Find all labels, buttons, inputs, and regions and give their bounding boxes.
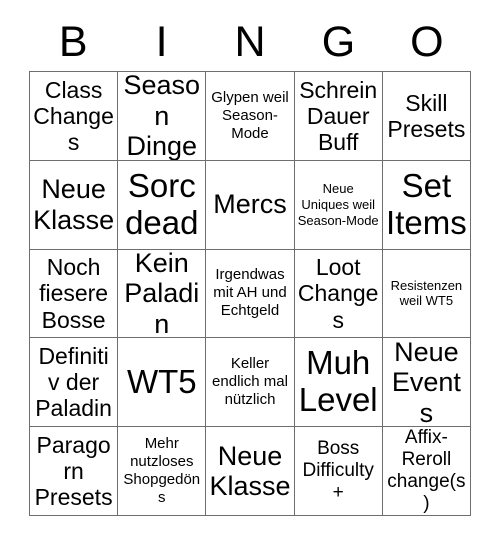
bingo-cell[interactable]: Neue Klasse [30, 160, 119, 250]
header-letter-n: N [234, 18, 266, 66]
bingo-cell[interactable]: Neue Uniques weil Season-Mode [294, 160, 383, 250]
bingo-header: B I N G O [29, 14, 471, 71]
bingo-cell[interactable]: Kein Paladin [118, 249, 207, 339]
bingo-cell-label: Neue Events [391, 338, 461, 428]
bingo-cell[interactable]: Keller endlich mal nützlich [206, 338, 295, 428]
bingo-grid: Class Changes Season Dinge Glypen weil S… [29, 71, 471, 516]
bingo-cell[interactable]: Loot Changes [294, 249, 383, 339]
bingo-cell-label: Irgendwas mit AH und Echtgeld [213, 266, 287, 320]
bingo-cell-label: Boss Difficulty+ [302, 438, 374, 504]
bingo-cell-label: Neue Klasse [209, 440, 291, 502]
bingo-cell-label: Mehr nutzloses Shopgedöns [123, 435, 201, 507]
bingo-cell[interactable]: Neue Klasse [206, 427, 295, 516]
bingo-cell-label: Kein Paladin [124, 249, 200, 339]
bingo-cell[interactable]: Mehr nutzloses Shopgedöns [118, 427, 207, 516]
bingo-cell[interactable]: Set Items [382, 160, 471, 250]
bingo-cell[interactable]: Affix-Reroll change(s) [382, 427, 471, 516]
bingo-cell-label: Affix-Reroll change(s) [387, 427, 466, 515]
bingo-cell[interactable]: Muh Level [294, 338, 383, 428]
bingo-cell[interactable]: Season Dinge [118, 72, 207, 161]
bingo-cell-label: Resistenzen weil WT5 [390, 277, 463, 309]
bingo-cell[interactable]: Schrein Dauer Buff [294, 72, 383, 161]
bingo-cell[interactable]: WT5 [118, 338, 207, 428]
bingo-cell[interactable]: Boss Difficulty+ [294, 427, 383, 516]
header-letter-i: I [155, 18, 168, 66]
header-letter-o: O [410, 18, 444, 66]
bingo-cell-label: Schrein Dauer Buff [299, 76, 378, 155]
bingo-cell-label: Muh Level [298, 344, 378, 419]
bingo-cell[interactable]: Class Changes [30, 72, 119, 161]
bingo-cell-label: Paragorn Presets [34, 431, 113, 511]
bingo-cell[interactable]: Mercs [206, 160, 295, 250]
bingo-cell[interactable]: Glypen weil Season-Mode [206, 72, 295, 161]
bingo-cell[interactable]: Neue Events [382, 338, 471, 428]
bingo-cell-label: Keller endlich mal nützlich [212, 355, 288, 409]
bingo-cell-label: WT5 [126, 362, 197, 400]
bingo-cell-label: Sorc dead [125, 166, 199, 241]
bingo-cell-label: Glypen weil Season-Mode [211, 88, 289, 142]
bingo-cell-label: Noch fiesere Bosse [39, 254, 109, 333]
bingo-cell[interactable]: Irgendwas mit AH und Echtgeld [206, 249, 295, 339]
bingo-cell-label: Definitiv der Paladin [35, 342, 112, 422]
bingo-cell-label: Loot Changes [297, 254, 379, 333]
bingo-cell-label: Neue Uniques weil Season-Mode [297, 180, 379, 228]
bingo-cell-label: Season Dinge [123, 72, 201, 161]
bingo-cell-label: Class Changes [33, 76, 114, 155]
header-letter-b: B [58, 18, 88, 66]
header-letter-g: G [321, 18, 356, 66]
bingo-cell-label: Mercs [213, 189, 287, 220]
bingo-cell-label: Skill Presets [387, 89, 466, 142]
bingo-cell[interactable]: Sorc dead [118, 160, 207, 250]
bingo-cell[interactable]: Skill Presets [382, 72, 471, 161]
bingo-cell[interactable]: Definitiv der Paladin [30, 338, 119, 428]
bingo-cell[interactable]: Noch fiesere Bosse [30, 249, 119, 339]
bingo-cell-label: Neue Klasse [33, 174, 115, 235]
bingo-cell[interactable]: Paragorn Presets [30, 427, 119, 516]
bingo-card: B I N G O Class Changes Season Dinge Gly… [0, 0, 500, 544]
bingo-cell-label: Set Items [386, 166, 467, 241]
bingo-cell[interactable]: Resistenzen weil WT5 [382, 249, 471, 339]
